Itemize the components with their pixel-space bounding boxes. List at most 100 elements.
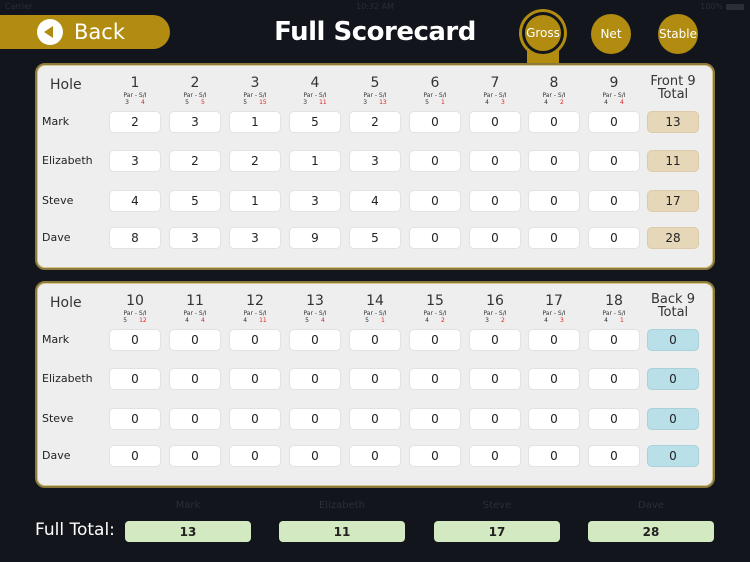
score-input[interactable]: 0 <box>588 111 640 133</box>
score-input[interactable]: 2 <box>349 111 401 133</box>
par-value: 4 <box>185 317 189 324</box>
score-input[interactable]: 0 <box>349 445 401 467</box>
score-input[interactable]: 0 <box>528 111 580 133</box>
score-input[interactable]: 1 <box>229 111 281 133</box>
hole-column-header: 2 Par - S/I 5 5 <box>167 75 223 106</box>
score-input[interactable]: 0 <box>469 329 521 351</box>
score-input[interactable]: 0 <box>109 329 161 351</box>
score-input[interactable]: 9 <box>289 227 341 249</box>
score-input[interactable]: 0 <box>109 368 161 390</box>
score-input[interactable]: 8 <box>109 227 161 249</box>
score-input[interactable]: 3 <box>349 150 401 172</box>
score-input[interactable]: 0 <box>469 408 521 430</box>
score-input[interactable]: 3 <box>229 227 281 249</box>
score-input[interactable]: 0 <box>229 329 281 351</box>
score-input[interactable]: 0 <box>229 408 281 430</box>
score-input[interactable]: 0 <box>469 190 521 212</box>
score-input[interactable]: 2 <box>229 150 281 172</box>
score-input[interactable]: 0 <box>229 445 281 467</box>
score-input[interactable]: 0 <box>528 150 580 172</box>
score-input[interactable]: 0 <box>109 445 161 467</box>
score-input[interactable]: 5 <box>169 190 221 212</box>
score-input[interactable]: 1 <box>229 190 281 212</box>
score-input[interactable]: 0 <box>289 408 341 430</box>
par-si-label: Par - S/I <box>303 310 327 317</box>
player-name: Mark <box>42 115 70 128</box>
score-input[interactable]: 0 <box>349 368 401 390</box>
hole-number: 4 <box>310 75 320 91</box>
score-input[interactable]: 0 <box>469 445 521 467</box>
score-input[interactable]: 0 <box>409 408 461 430</box>
score-input[interactable]: 2 <box>169 150 221 172</box>
score-input[interactable]: 0 <box>528 368 580 390</box>
score-input[interactable]: 0 <box>409 368 461 390</box>
score-input[interactable]: 0 <box>169 368 221 390</box>
par-si-label: Par - S/I <box>303 92 327 99</box>
score-input[interactable]: 0 <box>588 329 640 351</box>
score-input[interactable]: 2 <box>109 111 161 133</box>
score-input[interactable]: 0 <box>528 227 580 249</box>
score-input[interactable]: 0 <box>409 190 461 212</box>
score-input[interactable]: 0 <box>409 445 461 467</box>
score-input[interactable]: 0 <box>409 111 461 133</box>
score-input[interactable]: 0 <box>469 150 521 172</box>
score-input[interactable]: 0 <box>409 227 461 249</box>
hole-number: 5 <box>370 75 380 91</box>
par-si-label: Par - S/I <box>123 310 147 317</box>
score-input[interactable]: 4 <box>349 190 401 212</box>
par-value: 3 <box>125 99 129 106</box>
hole-column-header: 4 Par - S/I 3 11 <box>287 75 343 106</box>
par-value: 4 <box>425 317 429 324</box>
score-input[interactable]: 0 <box>588 227 640 249</box>
player-subtotal: 0 <box>647 408 699 430</box>
score-input[interactable]: 3 <box>109 150 161 172</box>
score-input[interactable]: 0 <box>289 329 341 351</box>
score-input[interactable]: 0 <box>469 368 521 390</box>
score-input[interactable]: 0 <box>169 445 221 467</box>
front-nine-panel: Hole Front 9 Total 1 Par - S/I 3 4 2 Par - S/… <box>35 63 715 270</box>
score-input[interactable]: 5 <box>289 111 341 133</box>
hole-number: 8 <box>549 75 559 91</box>
score-input[interactable]: 3 <box>169 111 221 133</box>
stroke-index-value: 2 <box>501 317 505 324</box>
score-input[interactable]: 5 <box>349 227 401 249</box>
score-input[interactable]: 4 <box>109 190 161 212</box>
score-input[interactable]: 0 <box>169 408 221 430</box>
par-value: 5 <box>243 99 248 106</box>
score-input[interactable]: 0 <box>528 445 580 467</box>
par-si-label: Par - S/I <box>602 92 626 99</box>
score-input[interactable]: 0 <box>469 227 521 249</box>
mode-stable-button[interactable]: Stable <box>658 14 698 54</box>
score-input[interactable]: 0 <box>588 150 640 172</box>
score-input[interactable]: 0 <box>528 408 580 430</box>
score-input[interactable]: 0 <box>528 329 580 351</box>
page-title: Full Scorecard <box>274 17 476 47</box>
score-input[interactable]: 3 <box>289 190 341 212</box>
score-input[interactable]: 0 <box>289 368 341 390</box>
score-input[interactable]: 0 <box>169 329 221 351</box>
score-input[interactable]: 0 <box>469 111 521 133</box>
score-input[interactable]: 0 <box>528 190 580 212</box>
mode-gross-button[interactable]: Gross <box>522 12 564 54</box>
par-si-label: Par - S/I <box>123 92 147 99</box>
score-input[interactable]: 1 <box>289 150 341 172</box>
score-input[interactable]: 0 <box>588 445 640 467</box>
score-input[interactable]: 0 <box>349 329 401 351</box>
back-button[interactable]: Back <box>0 15 170 49</box>
score-input[interactable]: 3 <box>169 227 221 249</box>
score-input[interactable]: 0 <box>289 445 341 467</box>
score-input[interactable]: 0 <box>229 368 281 390</box>
score-input[interactable]: 0 <box>588 190 640 212</box>
stroke-index-value: 11 <box>259 317 267 324</box>
score-input[interactable]: 0 <box>109 408 161 430</box>
player-subtotal: 28 <box>647 227 699 249</box>
score-input[interactable]: 0 <box>409 329 461 351</box>
score-input[interactable]: 0 <box>349 408 401 430</box>
score-input[interactable]: 0 <box>588 368 640 390</box>
battery-indicator: 100% <box>700 2 744 11</box>
hole-column-header: 15 Par - S/I 4 2 <box>407 293 463 324</box>
score-input[interactable]: 0 <box>588 408 640 430</box>
mode-net-button[interactable]: Net <box>591 14 631 54</box>
score-input[interactable]: 0 <box>409 150 461 172</box>
full-total-player-name: Elizabeth <box>318 500 365 511</box>
